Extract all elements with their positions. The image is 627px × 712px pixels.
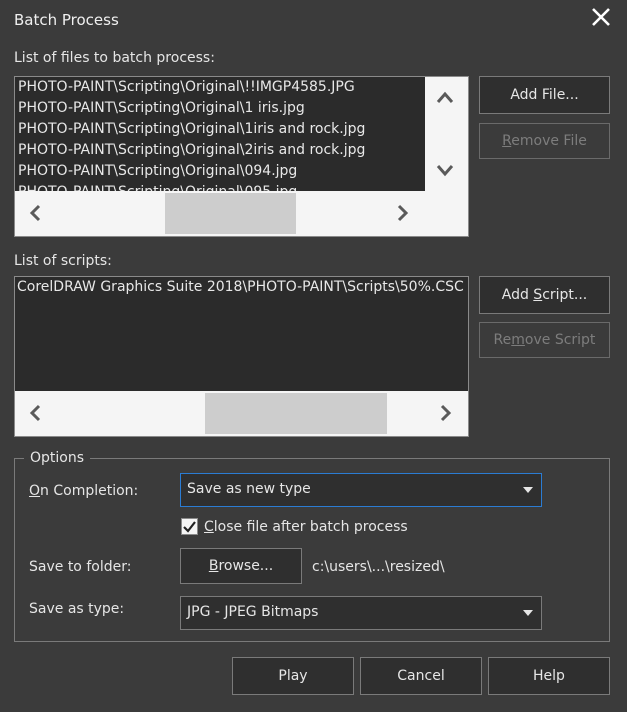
add-file-button[interactable]: Add File... (479, 76, 610, 114)
close-file-label[interactable]: Close file after batch process (204, 519, 408, 535)
list-item[interactable]: PHOTO-PAINT\Scripting\Original\094.jpg (15, 161, 425, 182)
browse-button[interactable]: Browse... (180, 548, 302, 584)
cancel-button[interactable]: Cancel (360, 657, 482, 695)
remove-file-button[interactable]: Remove File (479, 123, 610, 159)
save-type-label: Save as type: (29, 601, 125, 617)
list-item[interactable]: PHOTO-PAINT\Scripting\Original\2iris and… (15, 140, 425, 161)
close-icon[interactable] (589, 4, 613, 30)
list-item[interactable]: PHOTO-PAINT\Scripting\Original\1 iris.jp… (15, 98, 425, 119)
play-button[interactable]: Play (232, 657, 354, 695)
remove-script-mnemonic: m (511, 332, 525, 348)
remove-script-button[interactable]: Remove Script (479, 322, 610, 358)
on-completion-label: On Completion: (29, 483, 138, 499)
dropdown-caret-icon (523, 610, 533, 616)
list-item[interactable]: PHOTO-PAINT\Scripting\Original\1iris and… (15, 119, 425, 140)
list-item[interactable]: CorelDRAW Graphics Suite 2018\PHOTO-PAIN… (15, 277, 468, 298)
add-script-mnemonic: S (533, 287, 543, 303)
help-button[interactable]: Help (488, 657, 610, 695)
files-list-items: PHOTO-PAINT\Scripting\Original\!!IMGP458… (15, 77, 425, 191)
close-file-mnemonic: C (204, 519, 214, 535)
horizontal-scroll-thumb[interactable] (165, 193, 296, 234)
chevron-right-icon[interactable] (393, 202, 413, 224)
files-list-label: List of files to batch process: (14, 50, 215, 66)
add-script-label-post: cript... (542, 287, 588, 303)
save-type-value: JPG - JPEG Bitmaps (187, 604, 319, 620)
remove-script-label-pre: Re (493, 332, 512, 348)
on-completion-select[interactable]: Save as new type (180, 473, 542, 507)
dialog-title: Batch Process (14, 11, 119, 29)
remove-script-label-post: ove Script (524, 332, 596, 348)
dropdown-caret-icon (523, 487, 533, 493)
list-item[interactable]: PHOTO-PAINT\Scripting\Original\095.jpg (15, 182, 425, 191)
save-folder-label: Save to folder: (29, 559, 132, 575)
folder-path: c:\users\...\resized\ (312, 559, 445, 575)
chevron-up-icon[interactable] (435, 87, 455, 109)
chevron-left-icon[interactable] (25, 202, 45, 224)
chevron-left-icon[interactable] (25, 402, 45, 424)
browse-mnemonic: B (208, 558, 219, 574)
options-group-label: Options (24, 450, 91, 466)
horizontal-scroll-thumb[interactable] (205, 393, 387, 434)
on-completion-mnemonic: O (29, 483, 41, 499)
checkmark-icon (183, 521, 196, 533)
browse-label: rowse... (218, 558, 274, 574)
remove-file-mnemonic: R (502, 133, 512, 149)
list-item[interactable]: PHOTO-PAINT\Scripting\Original\!!IMGP458… (15, 77, 425, 98)
save-type-select[interactable]: JPG - JPEG Bitmaps (180, 596, 542, 630)
add-script-button[interactable]: Add Script... (479, 276, 610, 314)
close-file-checkbox[interactable] (181, 518, 198, 535)
chevron-right-icon[interactable] (436, 402, 456, 424)
close-file-label-text: lose file after batch process (213, 519, 408, 535)
scripts-list-label: List of scripts: (14, 253, 112, 269)
chevron-down-icon[interactable] (435, 159, 455, 181)
scripts-listbox[interactable]: CorelDRAW Graphics Suite 2018\PHOTO-PAIN… (14, 276, 469, 437)
scripts-list-items: CorelDRAW Graphics Suite 2018\PHOTO-PAIN… (15, 277, 468, 391)
on-completion-label-text: n Completion: (40, 483, 139, 499)
files-listbox[interactable]: PHOTO-PAINT\Scripting\Original\!!IMGP458… (14, 76, 469, 237)
on-completion-value: Save as new type (187, 481, 311, 497)
remove-file-label: emove File (511, 133, 587, 149)
add-script-label-pre: Add (501, 287, 534, 303)
